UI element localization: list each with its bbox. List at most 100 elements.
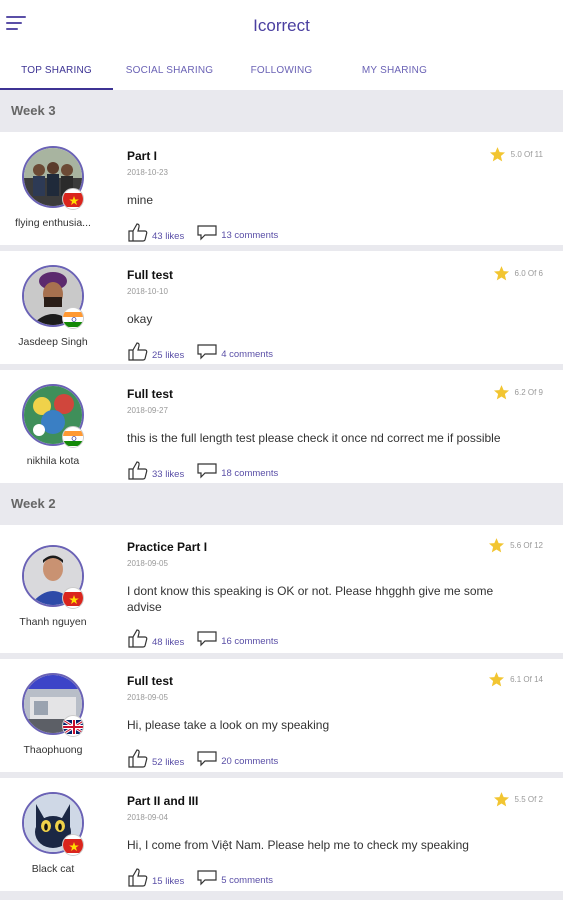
- post-date: 2018-09-04: [127, 813, 168, 822]
- star-icon: [493, 385, 509, 400]
- star-icon: [489, 538, 505, 553]
- user-name[interactable]: Jasdeep Singh: [0, 336, 106, 348]
- user-name[interactable]: Thanh nguyen: [0, 616, 106, 628]
- comments-button[interactable]: 5 comments: [196, 868, 273, 886]
- post-card[interactable]: Jasdeep Singh Full test 2018-10-10 6.0 O…: [0, 251, 563, 364]
- thumbs-up-icon: [128, 223, 148, 242]
- user-name[interactable]: Thaophuong: [0, 744, 106, 756]
- post-card[interactable]: nikhila kota Full test 2018-09-27 6.2 Of…: [0, 370, 563, 483]
- rating-value: 5.5 Of 2: [514, 795, 543, 804]
- post-date: 2018-10-10: [127, 287, 168, 296]
- rating-value: 5.0 Of 11: [510, 150, 543, 159]
- user-name[interactable]: nikhila kota: [0, 455, 106, 467]
- likes-count: 25 likes: [152, 350, 185, 361]
- flag-india-icon: [62, 307, 84, 329]
- thumbs-up-icon: [128, 629, 148, 648]
- rating: 6.1 Of 14: [488, 671, 543, 688]
- comments-count: 20 comments: [221, 756, 279, 767]
- comments-count: 13 comments: [221, 230, 279, 241]
- rating-value: 6.0 Of 6: [514, 269, 543, 278]
- post-date: 2018-10-23: [127, 168, 168, 177]
- post-card[interactable]: Thaophuong Full test 2018-09-05 6.1 Of 1…: [0, 659, 563, 772]
- comment-icon: [197, 870, 217, 886]
- post-card[interactable]: Black cat Part II and III 2018-09-04 5.5…: [0, 778, 563, 891]
- rating-value: 5.6 Of 12: [510, 541, 543, 550]
- comment-icon: [197, 225, 217, 241]
- flag-uk-icon: [62, 715, 84, 737]
- post-text: this is the full length test please chec…: [127, 431, 501, 445]
- comments-button[interactable]: 18 comments: [196, 461, 278, 479]
- comment-icon: [197, 751, 217, 767]
- likes-count: 52 likes: [152, 757, 185, 768]
- flag-vietnam-icon: [62, 834, 84, 856]
- comment-icon: [197, 344, 217, 360]
- post-title: Full test: [127, 387, 174, 401]
- post-text: okay: [127, 312, 153, 326]
- likes-count: 48 likes: [152, 637, 185, 648]
- post-text: Hi, please take a look on my speaking: [127, 718, 330, 732]
- rating: 6.0 Of 6: [493, 265, 543, 282]
- star-icon: [493, 792, 509, 807]
- tab-bar: TOP SHARING SOCIAL SHARING FOLLOWING MY …: [0, 52, 563, 90]
- like-button[interactable]: 15 likes: [127, 867, 184, 887]
- like-button[interactable]: 25 likes: [127, 341, 184, 361]
- post-title: Full test: [127, 674, 174, 688]
- likes-count: 15 likes: [152, 876, 185, 887]
- like-button[interactable]: 48 likes: [127, 628, 184, 648]
- week-header: Week 3: [0, 90, 563, 132]
- rating: 6.2 Of 9: [493, 384, 543, 401]
- comments-count: 18 comments: [221, 468, 279, 479]
- comments-count: 16 comments: [221, 636, 279, 647]
- comments-button[interactable]: 13 comments: [196, 223, 278, 241]
- post-title: Full test: [127, 268, 174, 282]
- post-title: Part I: [127, 149, 158, 163]
- post-actions: 43 likes 13 comments: [127, 222, 278, 242]
- post-text: Hi, I come from Việt Nam. Please help me…: [127, 838, 469, 852]
- thumbs-up-icon: [128, 749, 148, 768]
- post-date: 2018-09-05: [127, 693, 168, 702]
- likes-count: 33 likes: [152, 469, 185, 480]
- flag-vietnam-icon: [62, 188, 84, 210]
- thumbs-up-icon: [128, 868, 148, 887]
- comments-count: 4 comments: [221, 349, 273, 360]
- tab-social-sharing[interactable]: SOCIAL SHARING: [113, 52, 226, 90]
- post-text: mine: [127, 193, 154, 207]
- tab-top-sharing[interactable]: TOP SHARING: [0, 52, 113, 90]
- rating: 5.6 Of 12: [488, 537, 543, 554]
- post-title: Practice Part I: [127, 540, 208, 554]
- star-icon: [489, 147, 505, 162]
- rating-value: 6.2 Of 9: [514, 388, 543, 397]
- star-icon: [489, 672, 505, 687]
- user-name[interactable]: flying enthusia...: [0, 217, 106, 229]
- post-card[interactable]: Thanh nguyen Practice Part I 2018-09-05 …: [0, 525, 563, 653]
- flag-vietnam-icon: [62, 587, 84, 609]
- comment-icon: [197, 631, 217, 647]
- post-card[interactable]: flying enthusia... Part I 2018-10-23 5.0…: [0, 132, 563, 245]
- week-header: Week 2: [0, 483, 563, 525]
- post-actions: 52 likes 20 comments: [127, 748, 278, 768]
- user-name[interactable]: Black cat: [0, 863, 106, 875]
- like-button[interactable]: 52 likes: [127, 748, 184, 768]
- flag-india-icon: [62, 426, 84, 448]
- like-button[interactable]: 43 likes: [127, 222, 184, 242]
- post-actions: 48 likes 16 comments: [127, 628, 278, 648]
- post-date: 2018-09-27: [127, 406, 168, 415]
- app-bar: Icorrect: [0, 0, 563, 52]
- thumbs-up-icon: [128, 461, 148, 480]
- tab-following[interactable]: FOLLOWING: [225, 52, 338, 90]
- comments-button[interactable]: 16 comments: [196, 629, 278, 647]
- thumbs-up-icon: [128, 342, 148, 361]
- post-actions: 15 likes 5 comments: [127, 867, 273, 887]
- rating: 5.0 Of 11: [489, 146, 543, 163]
- rating-value: 6.1 Of 14: [510, 675, 543, 684]
- like-button[interactable]: 33 likes: [127, 460, 184, 480]
- comments-button[interactable]: 20 comments: [196, 749, 278, 767]
- comments-count: 5 comments: [221, 875, 273, 886]
- rating: 5.5 Of 2: [493, 791, 543, 808]
- post-date: 2018-09-05: [127, 559, 168, 568]
- app-title: Icorrect: [253, 16, 310, 35]
- star-icon: [493, 266, 509, 281]
- tab-my-sharing[interactable]: MY SHARING: [338, 52, 451, 90]
- post-actions: 33 likes 18 comments: [127, 460, 278, 480]
- comments-button[interactable]: 4 comments: [196, 342, 273, 360]
